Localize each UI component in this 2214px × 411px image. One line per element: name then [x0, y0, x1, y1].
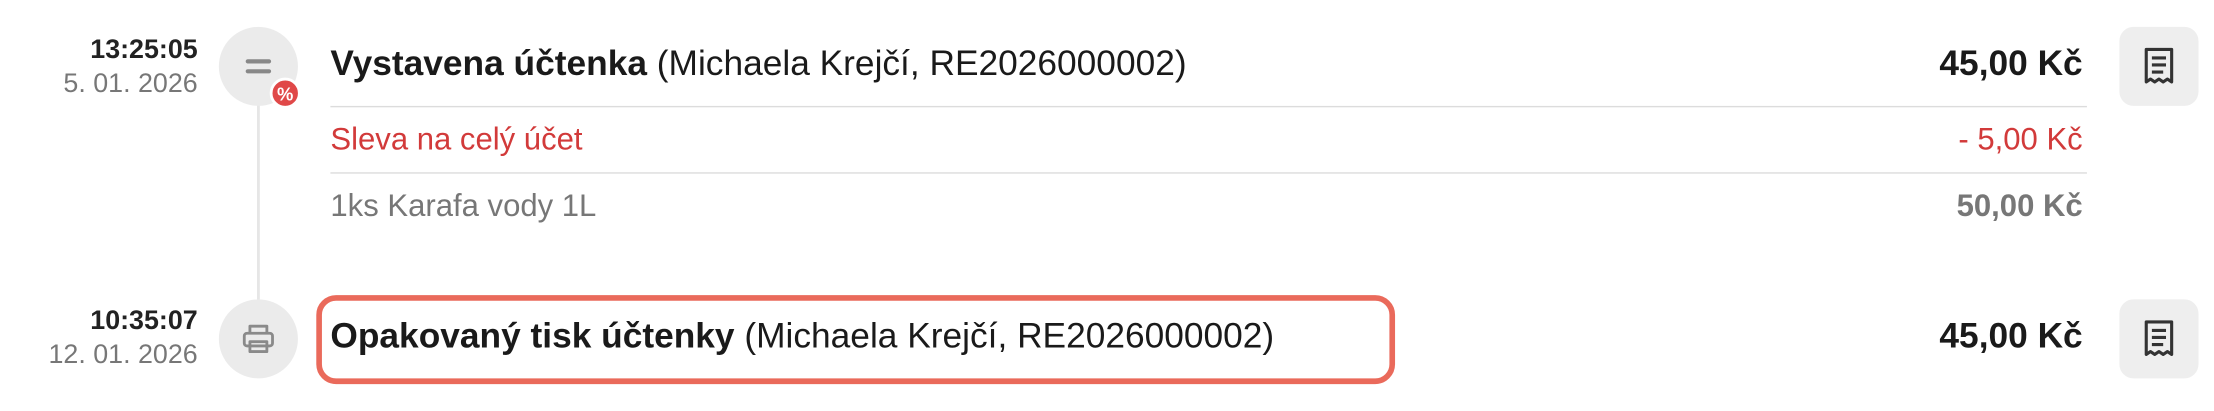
event-date: 5. 01. 2026 — [63, 69, 198, 99]
divider — [330, 172, 2087, 174]
event-title-detail: (Michaela Krejčí, RE2026000002) — [744, 316, 1275, 356]
item-line-amount: 50,00 Kč — [1956, 187, 2083, 224]
equals-icon — [245, 59, 272, 74]
event-date: 12. 01. 2026 — [48, 340, 198, 370]
event-type-icon — [218, 299, 298, 379]
receipt-icon — [2144, 320, 2174, 356]
event-title-detail: (Michaela Krejčí, RE2026000002) — [656, 43, 1187, 84]
event-amount: 45,00 Kč — [1939, 43, 2083, 84]
item-line-label: 1ks Karafa vody 1L — [330, 187, 597, 224]
event-title: Opakovaný tisk účtenky (Michaela Krejčí,… — [330, 316, 1274, 357]
discount-badge-icon: % — [269, 77, 301, 109]
event-time: 10:35:07 — [90, 306, 198, 337]
receipt-button[interactable] — [2119, 299, 2199, 379]
event-time: 13:25:05 — [90, 35, 198, 65]
event-amount: 45,00 Kč — [1939, 316, 2083, 356]
event-title-main: Opakovaný tisk účtenky — [330, 316, 735, 356]
receipt-icon — [2144, 47, 2174, 84]
printer-icon — [242, 324, 274, 353]
history-timeline: 13:25:05 5. 01. 2026 % Vystavena účtenka… — [0, 0, 2214, 411]
discount-line-amount: - 5,00 Kč — [1958, 121, 2083, 157]
event-title-main: Vystavena účtenka — [330, 43, 647, 84]
event-title: Vystavena účtenka (Michaela Krejčí, RE20… — [330, 44, 1186, 85]
divider — [330, 105, 2087, 108]
discount-line-label: Sleva na celý účet — [330, 121, 583, 157]
receipt-button[interactable] — [2119, 26, 2199, 106]
